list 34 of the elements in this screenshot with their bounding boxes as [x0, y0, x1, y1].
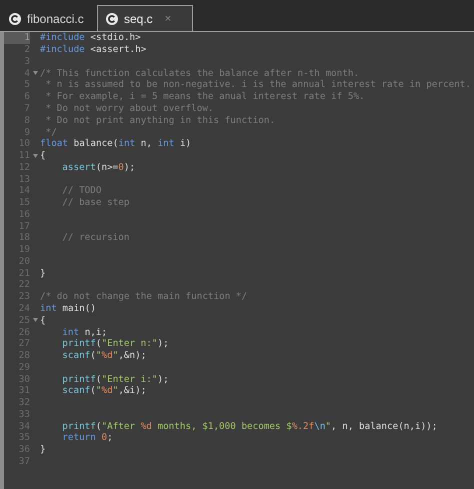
code-line: /* This function calculates the balance after n-th month.: [40, 68, 360, 79]
code-line: printf("After %d months, $1,000 becomes $%.2f\n", n, balance(n,i));: [62, 420, 438, 432]
code-line: scanf("%d",&i);: [62, 385, 146, 396]
fold-arrow-icon[interactable]: [32, 154, 38, 158]
code-line: assert(n>=0);: [62, 162, 136, 173]
file-icon: [106, 12, 118, 24]
code-line: * Do not print anything in this function.: [44, 114, 276, 126]
code-line: // TODO: [62, 185, 102, 196]
code-line: int n,i;: [62, 326, 108, 338]
code-line: */: [44, 126, 57, 138]
code-line: // base step: [62, 197, 130, 208]
file-tab[interactable]: seq.c ×: [97, 5, 193, 31]
file-icon: [9, 12, 21, 24]
code-line: printf("Enter n:");: [62, 338, 169, 350]
code-line: float balance(int n, int i): [40, 138, 192, 150]
code-line: #include <stdio.h>: [40, 32, 141, 44]
code-line: #include <assert.h>: [40, 44, 146, 56]
fold-arrow-icon[interactable]: [32, 71, 38, 76]
code-line: // recursion: [62, 232, 130, 244]
line-number: 1: [24, 32, 30, 44]
code-line: }: [40, 268, 46, 279]
code-line: int main(): [40, 302, 96, 314]
code-line: {: [40, 314, 46, 326]
fold-arrow-icon[interactable]: [32, 318, 38, 322]
code-line: printf("Enter i:");: [62, 374, 169, 385]
code-line: * For example, i = 5 means the anual interest rate if 5%.: [44, 91, 365, 102]
code-line: return 0;: [62, 432, 113, 444]
code-line: * n is assumed to be non-negative. i is the annual interest rate in percent.: [44, 79, 471, 90]
file-tab[interactable]: fibonacci.c: [0, 5, 96, 31]
code-line: scanf("%d",&n);: [62, 350, 146, 362]
code-line: * Do not worry about overflow.: [44, 102, 214, 114]
code-line: /* do not change the main function */: [40, 291, 248, 302]
code-line: }: [40, 444, 46, 456]
code-line: {: [40, 150, 46, 162]
